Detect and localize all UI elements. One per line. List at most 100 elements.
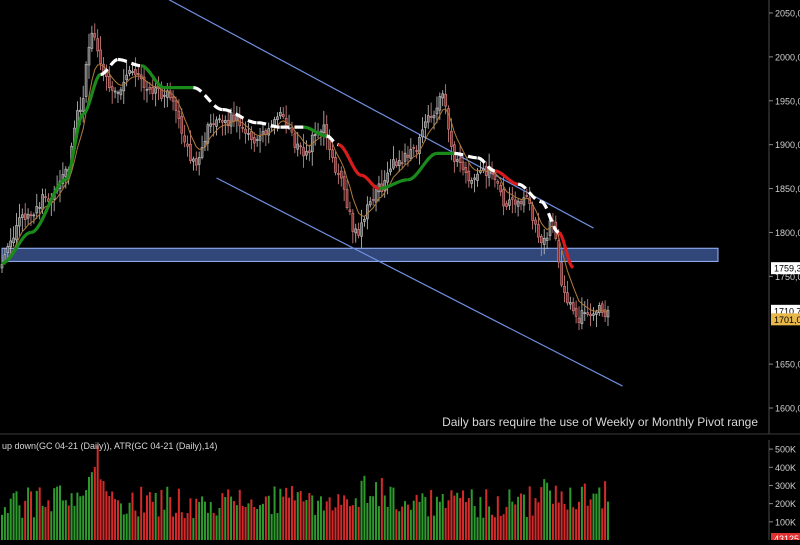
- candle-body: [244, 128, 247, 134]
- candle-body: [35, 206, 39, 214]
- candle-body: [345, 189, 349, 208]
- volume-bar: [108, 495, 111, 540]
- volume-bar: [433, 515, 436, 540]
- candle-body: [444, 93, 447, 107]
- volume-bar: [525, 517, 528, 540]
- candle-body: [406, 154, 410, 158]
- volume-bar: [308, 493, 311, 540]
- candle-body: [116, 91, 120, 94]
- volume-bar: [201, 496, 204, 540]
- volume-bar: [560, 491, 563, 540]
- candle-body: [194, 158, 198, 166]
- volume-bar: [209, 502, 212, 540]
- volume-bar: [441, 494, 444, 540]
- candle-body: [151, 87, 155, 94]
- volume-bar: [3, 507, 6, 540]
- volume-bar: [398, 511, 401, 540]
- volume-bar: [221, 493, 224, 540]
- candle-body: [189, 143, 192, 162]
- candle-body: [513, 199, 517, 205]
- volume-bar: [82, 495, 85, 540]
- candle-body: [557, 240, 561, 263]
- volume-bar: [351, 505, 354, 540]
- candle-body: [235, 116, 239, 121]
- candle-body: [461, 161, 465, 170]
- volume-bar: [514, 504, 517, 540]
- volume-bar: [273, 486, 276, 540]
- volume-bar: [21, 517, 24, 540]
- candle-body: [540, 236, 543, 244]
- candle-body: [267, 128, 271, 136]
- volume-bar: [27, 487, 30, 540]
- chart-canvas[interactable]: 2050,02000,01950,01900,01850,01800,01750…: [0, 0, 800, 545]
- price-axis-tick-label: 1650,0: [775, 360, 800, 370]
- volume-bar: [493, 517, 496, 540]
- candle-body: [516, 200, 520, 207]
- price-label-atr-price: 1701,0: [774, 315, 800, 325]
- volume-bar: [67, 505, 70, 540]
- volume-bar: [99, 479, 102, 540]
- volume-axis-tick-label: 500K: [775, 445, 796, 455]
- volume-bar: [256, 509, 259, 540]
- volume-bar: [186, 513, 189, 540]
- volume-bar: [302, 501, 305, 540]
- volume-bar: [343, 495, 346, 540]
- volume-bar: [247, 503, 250, 540]
- volume-bar: [511, 501, 514, 540]
- candle-body: [395, 161, 398, 167]
- volume-bar: [24, 500, 27, 540]
- candle-body: [400, 162, 404, 164]
- candle-body: [290, 127, 294, 133]
- volume-bar: [470, 489, 473, 540]
- volume-bar: [485, 489, 488, 540]
- volume-bar: [140, 486, 143, 540]
- candle-body: [334, 157, 337, 173]
- candle-body: [441, 93, 445, 99]
- volume-bar: [319, 496, 322, 540]
- candle-body: [81, 98, 85, 112]
- volume-bar: [392, 487, 395, 540]
- candle-body: [363, 218, 366, 222]
- candle-body: [299, 145, 302, 148]
- candle-body: [464, 167, 468, 174]
- volume-bar: [215, 515, 218, 540]
- volume-bar: [328, 497, 331, 540]
- candle-body: [78, 109, 82, 112]
- volume-bar: [401, 506, 404, 540]
- volume-bar: [73, 505, 76, 540]
- candle-body: [252, 137, 256, 144]
- volume-bar: [38, 487, 41, 540]
- volume-bar: [418, 501, 421, 540]
- volume-bar: [424, 497, 427, 540]
- volume-bar: [282, 496, 285, 540]
- candle-body: [571, 302, 575, 312]
- candle-body: [9, 240, 12, 248]
- volume-bar: [189, 498, 192, 540]
- candle-body: [560, 262, 563, 286]
- volume-bar: [44, 507, 47, 540]
- volume-bar: [462, 490, 465, 540]
- volume-axis-tick-label: 100K: [775, 517, 796, 527]
- volume-bar: [406, 504, 409, 540]
- volume-bar: [93, 467, 96, 540]
- candle-body: [366, 204, 369, 220]
- candle-body: [505, 203, 508, 207]
- volume-bar: [134, 510, 137, 540]
- candle-body: [38, 207, 41, 209]
- candle-body: [23, 213, 27, 220]
- candle-body: [470, 180, 474, 184]
- candle-body: [473, 177, 476, 180]
- candle-body: [403, 152, 407, 162]
- candle-body: [525, 195, 529, 197]
- volume-bar: [325, 501, 328, 540]
- candle-body: [171, 96, 175, 102]
- candle-body: [154, 87, 157, 94]
- candle-body: [586, 312, 590, 315]
- volume-bar: [595, 493, 598, 540]
- volume-bar: [128, 502, 131, 540]
- support-zone[interactable]: [1, 247, 719, 262]
- volume-bar: [438, 501, 441, 540]
- volume-bar: [453, 495, 456, 540]
- volume-bar: [148, 492, 151, 540]
- candle-body: [603, 309, 607, 317]
